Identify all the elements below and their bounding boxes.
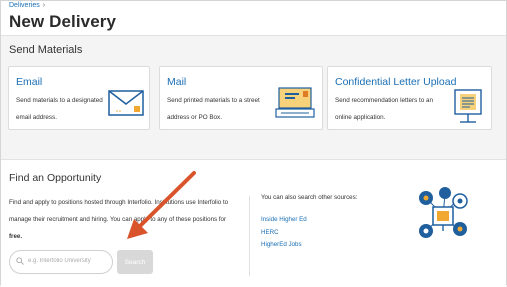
mail-card-description: Send printed materials to a street addre… <box>167 92 260 126</box>
inside-higher-ed-link[interactable]: Inside Higher Ed <box>261 214 307 227</box>
search-icon <box>16 257 24 265</box>
confidential-card-title[interactable]: Confidential Letter Upload <box>335 76 456 88</box>
breadcrumb: Deliveries › <box>9 2 45 9</box>
mail-card[interactable]: Mail Send printed materials to a street … <box>159 66 323 130</box>
opportunity-desc-line1: Find and apply to positions hosted throu… <box>9 199 229 206</box>
other-sources-links: Inside Higher Ed HERC HigherEd Jobs <box>261 214 307 252</box>
find-opportunity-heading: Find an Opportunity <box>9 172 102 184</box>
email-card-title[interactable]: Email <box>16 76 42 88</box>
breadcrumb-separator: › <box>42 2 46 9</box>
email-card-desc-line1: Send materials to a designated <box>16 97 103 104</box>
confidential-letter-card[interactable]: Confidential Letter Upload Send recommen… <box>327 66 492 130</box>
mail-card-desc-line2: address or PO Box. <box>167 114 222 121</box>
confidential-card-description: Send recommendation letters to an online… <box>335 92 433 126</box>
confidential-card-desc-line2: online application. <box>335 114 386 121</box>
search-box[interactable] <box>9 250 113 274</box>
opportunity-desc-line3: free. <box>9 233 23 240</box>
mail-card-desc-line1: Send printed materials to a street <box>167 97 260 104</box>
vertical-divider <box>249 196 250 276</box>
envelope-icon <box>108 90 144 116</box>
search-input[interactable] <box>28 254 108 268</box>
email-card-desc-line2: email address. <box>16 114 57 121</box>
confidential-card-desc-line1: Send recommendation letters to an <box>335 97 434 104</box>
email-card[interactable]: Email Send materials to a designated ema… <box>8 66 150 130</box>
herc-link[interactable]: HERC <box>261 227 307 240</box>
find-opportunity-description: Find and apply to positions hosted throu… <box>9 194 249 245</box>
email-card-description: Send materials to a designated email add… <box>16 92 103 126</box>
opportunity-desc-line2: manage their recruitment and hiring. You… <box>9 216 227 223</box>
mail-package-icon <box>275 87 315 118</box>
page-title: New Delivery <box>9 12 117 31</box>
other-sources-label: You can also search other sources: <box>261 194 358 201</box>
page-frame: Deliveries › New Delivery Send Materials … <box>0 0 507 287</box>
search-button[interactable]: Search <box>117 250 153 274</box>
page-header: Deliveries › New Delivery <box>1 1 506 36</box>
send-materials-heading: Send Materials <box>9 44 83 56</box>
higher-ed-jobs-link[interactable]: HigherEd Jobs <box>261 239 307 252</box>
breadcrumb-deliveries-link[interactable]: Deliveries <box>9 2 40 9</box>
opportunity-network-icon <box>419 187 468 238</box>
document-upload-icon <box>454 89 482 123</box>
mail-card-title[interactable]: Mail <box>167 76 186 88</box>
find-opportunity-section: Find an Opportunity Find and apply to po… <box>1 159 506 287</box>
